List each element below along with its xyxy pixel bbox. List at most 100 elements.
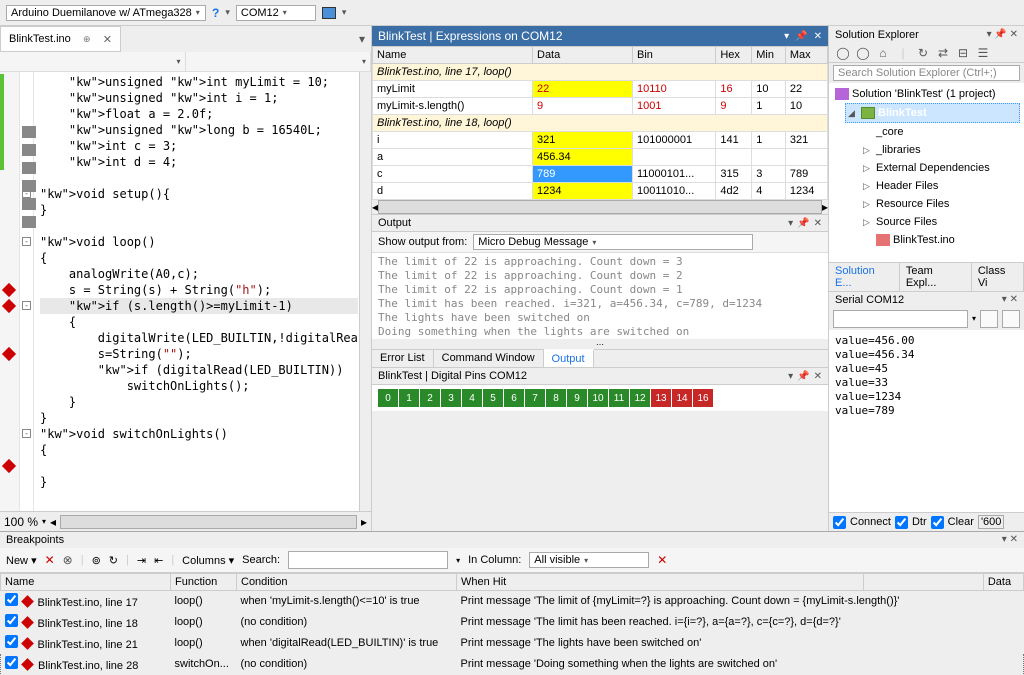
new-button[interactable]: New ▾ <box>6 554 37 567</box>
digital-pin[interactable]: 6 <box>504 389 524 407</box>
dropdown-icon[interactable]: ▾ <box>987 29 992 40</box>
se-tab[interactable]: Solution E... <box>829 263 900 291</box>
code-area[interactable]: ---- "kw">unsigned "kw">int myLimit = 10… <box>0 72 371 511</box>
import-icon[interactable]: ⇥ <box>137 554 146 567</box>
dropdown-icon[interactable]: ▾ <box>788 371 793 382</box>
scrollbar-h[interactable] <box>60 515 357 529</box>
breakpoints-table[interactable]: NameFunctionConditionWhen HitData BlinkT… <box>0 573 1024 675</box>
collapse-icon[interactable]: ⊟ <box>955 46 971 60</box>
sync-icon[interactable]: ⇄ <box>935 46 951 60</box>
digital-pin[interactable]: 16 <box>693 389 713 407</box>
delete-icon[interactable]: ✕ <box>45 553 55 567</box>
connect-checkbox[interactable] <box>833 516 846 529</box>
pin-icon[interactable]: 📌 <box>795 31 807 42</box>
expressions-table[interactable]: NameDataBinHexMinMaxBlinkTest.ino, line … <box>372 46 828 200</box>
scroll-right-icon[interactable]: ▸ <box>361 515 367 529</box>
refresh-icon[interactable]: ↻ <box>915 46 931 60</box>
incol-combo[interactable]: All visible <box>529 552 649 568</box>
dropdown-icon[interactable]: ▾ <box>788 218 793 229</box>
digital-pin[interactable]: 0 <box>378 389 398 407</box>
tree-item[interactable]: ▷ External Dependencies <box>861 159 1020 177</box>
serial-title-bar: Serial COM12 ▾ ✕ <box>829 291 1024 308</box>
pin-icon[interactable]: 📌 <box>797 218 809 229</box>
scrollbar-v[interactable] <box>359 72 371 511</box>
close-icon[interactable]: ✕ <box>1010 534 1018 545</box>
dropdown-icon[interactable]: ▾ <box>1002 294 1007 305</box>
tree-item[interactable]: ▷ Source Files <box>861 213 1020 231</box>
clear-search-icon[interactable]: ✕ <box>657 553 667 567</box>
code-nav[interactable] <box>0 52 371 72</box>
digital-pin[interactable]: 13 <box>651 389 671 407</box>
help-icon[interactable]: ? <box>212 6 219 20</box>
se-tab[interactable]: Class Vi <box>972 263 1024 291</box>
digital-pin[interactable]: 9 <box>567 389 587 407</box>
output-tab[interactable]: Error List <box>372 350 434 367</box>
dropdown-icon[interactable]: ▾ <box>1002 534 1007 545</box>
tree-item[interactable]: ▷ Header Files <box>861 177 1020 195</box>
digital-pin[interactable]: 3 <box>441 389 461 407</box>
columns-button[interactable]: Columns ▾ <box>182 554 234 567</box>
back-icon[interactable]: ◯ <box>835 46 851 60</box>
close-icon[interactable]: ✕ <box>1010 294 1018 305</box>
board-combo[interactable]: Arduino Duemilanove w/ ATmega328 <box>6 5 206 21</box>
scroll-left-icon[interactable]: ◂ <box>50 515 56 529</box>
serial-output[interactable]: value=456.00value=456.34value=45value=33… <box>829 330 1024 513</box>
se-search[interactable]: Search Solution Explorer (Ctrl+;) <box>833 65 1020 81</box>
enable-icon[interactable]: ⊚ <box>92 554 101 567</box>
editor-tab[interactable]: BlinkTest.ino ⊕ ✕ <box>0 26 121 52</box>
serial-title: Serial COM12 <box>835 294 904 306</box>
export-icon[interactable]: ⇤ <box>154 554 163 567</box>
buf-field[interactable]: '600 <box>978 515 1004 529</box>
digital-pin[interactable]: 8 <box>546 389 566 407</box>
tree-item[interactable]: BlinkTest.ino <box>861 231 1020 249</box>
port-combo[interactable]: COM12 <box>236 5 316 21</box>
digital-pin[interactable]: 10 <box>588 389 608 407</box>
close-icon[interactable]: ✕ <box>814 31 822 42</box>
output-tab[interactable]: Output <box>544 349 594 367</box>
tree-project[interactable]: ◢ BlinkTest <box>845 103 1020 123</box>
tab-menu-icon[interactable]: ▾ <box>353 32 371 46</box>
home-icon[interactable]: ⌂ <box>875 46 891 60</box>
fwd-icon[interactable]: ◯ <box>855 46 871 60</box>
dropdown-icon[interactable]: ▾ <box>225 7 230 18</box>
serial-btn-1[interactable] <box>980 310 998 328</box>
se-tab[interactable]: Team Expl... <box>900 263 972 291</box>
output-text[interactable]: The limit of 22 is approaching. Count do… <box>372 253 828 339</box>
delete-all-icon[interactable]: ⊗ <box>63 553 73 567</box>
close-icon[interactable]: ✕ <box>1010 29 1018 40</box>
digital-pin[interactable]: 2 <box>420 389 440 407</box>
redo-icon[interactable]: ↻ <box>109 554 118 567</box>
close-icon[interactable]: ✕ <box>103 33 112 46</box>
pin-icon[interactable]: ⊕ <box>77 30 97 48</box>
solution-tree[interactable]: Solution 'BlinkTest' (1 project)◢ BlinkT… <box>829 83 1024 262</box>
dropdown-icon[interactable]: ▾ <box>784 31 789 42</box>
digital-pin[interactable]: 1 <box>399 389 419 407</box>
serial-btn-2[interactable] <box>1002 310 1020 328</box>
search-input[interactable] <box>288 551 448 569</box>
pin-icon[interactable]: 📌 <box>994 29 1006 40</box>
output-splitter[interactable]: ⋯ <box>372 339 828 349</box>
dtr-checkbox[interactable] <box>895 516 908 529</box>
digital-pin[interactable]: 11 <box>609 389 629 407</box>
digital-pin[interactable]: 4 <box>462 389 482 407</box>
zoom-dropdown[interactable]: ▾ <box>42 517 46 526</box>
close-icon[interactable]: ✕ <box>814 218 822 229</box>
digital-pin[interactable]: 5 <box>483 389 503 407</box>
dropdown-icon-2[interactable]: ▾ <box>342 7 347 18</box>
digital-pin[interactable]: 12 <box>630 389 650 407</box>
tree-item[interactable]: ▷ Resource Files <box>861 195 1020 213</box>
props-icon[interactable]: ☰ <box>975 46 991 60</box>
digital-pin[interactable]: 7 <box>525 389 545 407</box>
monitor-icon[interactable] <box>322 7 336 19</box>
clear-checkbox[interactable] <box>931 516 944 529</box>
output-tab[interactable]: Command Window <box>434 350 544 367</box>
expr-scrollbar[interactable] <box>378 200 822 214</box>
serial-combo[interactable] <box>833 310 968 328</box>
pin-icon[interactable]: 📌 <box>797 371 809 382</box>
tree-item[interactable]: ▷ _libraries <box>861 141 1020 159</box>
expressions-title: BlinkTest | Expressions on COM12 <box>378 29 563 43</box>
digital-pin[interactable]: 14 <box>672 389 692 407</box>
tree-item[interactable]: _core <box>861 123 1020 141</box>
close-icon[interactable]: ✕ <box>814 371 822 382</box>
output-source-combo[interactable]: Micro Debug Message <box>473 234 753 250</box>
